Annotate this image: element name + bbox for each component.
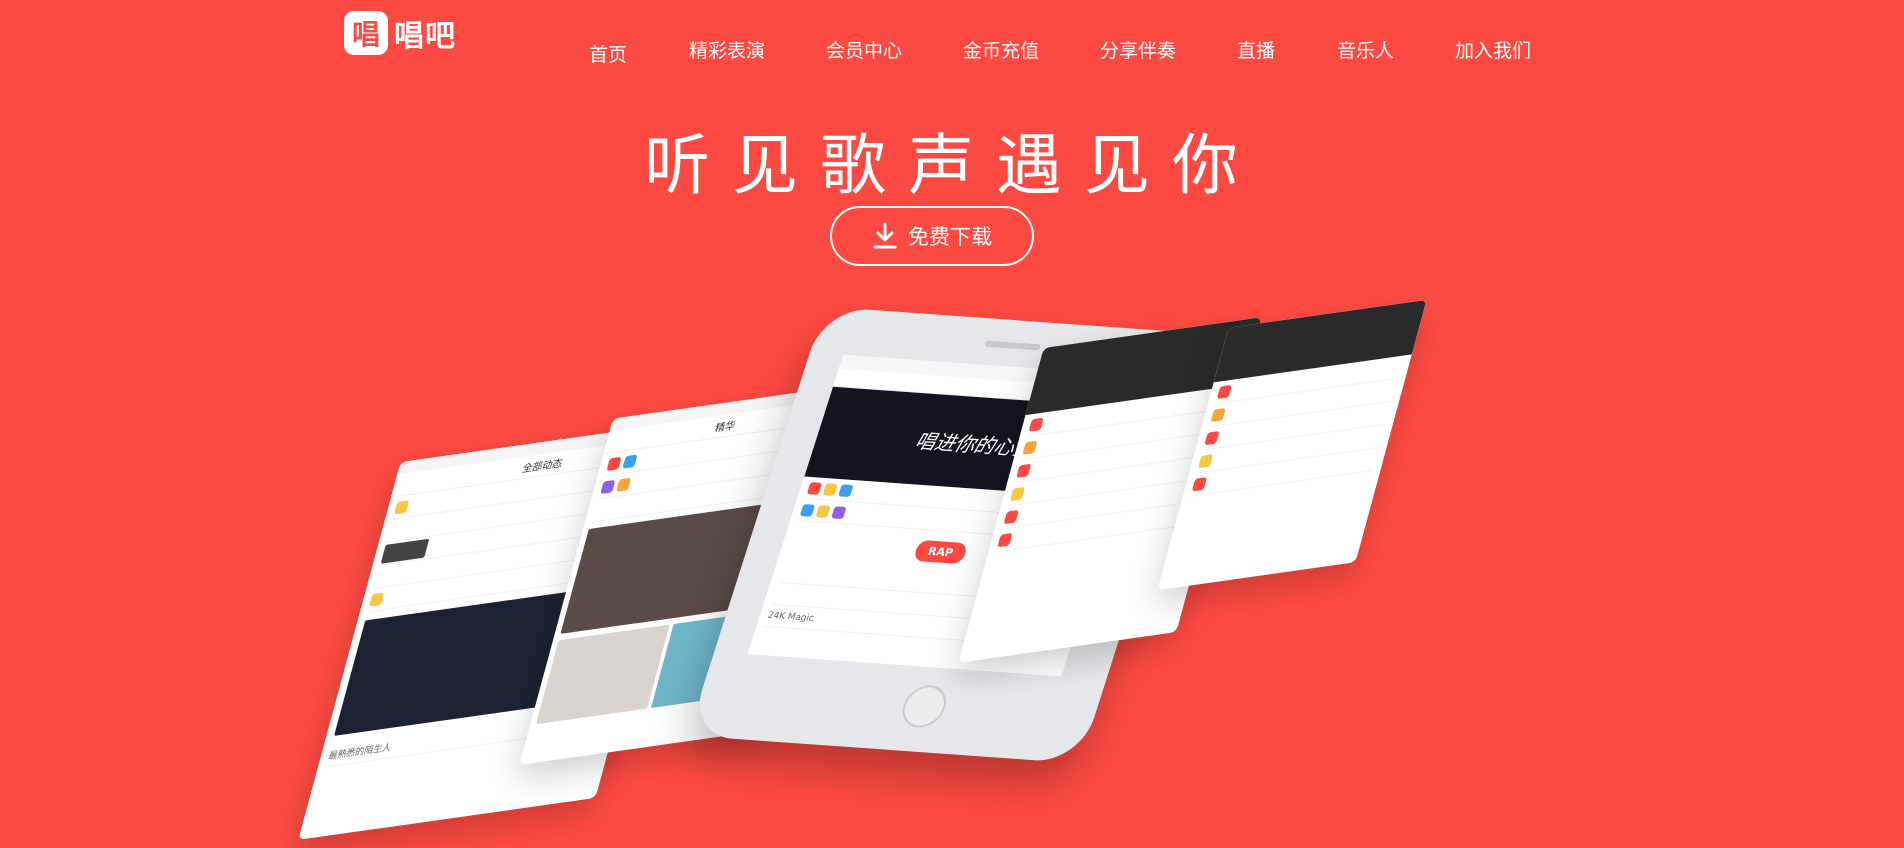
download-button[interactable]: 免费下载	[830, 206, 1034, 266]
nav-item-share-accompaniment[interactable]: 分享伴奏	[1100, 36, 1176, 63]
nav-item-live[interactable]: 直播	[1237, 36, 1275, 63]
app-screens-illustration: 全部动态 最熟悉的陌生人 精华 唱进你的心里 RAP 24K Magic	[0, 299, 1904, 848]
nav-item-join-us[interactable]: 加入我们	[1455, 36, 1531, 63]
nav-item-vip[interactable]: 会员中心	[826, 36, 902, 63]
download-label: 免费下载	[908, 226, 992, 249]
nav-item-performances[interactable]: 精彩表演	[689, 36, 765, 63]
phone-home-button	[897, 684, 952, 729]
nav-item-home[interactable]: 首页	[589, 40, 627, 67]
landing-page: 唱 唱吧 首页 精彩表演 会员中心 金币充值 分享伴奏 直播 音乐人 加入我们 …	[0, 0, 1904, 848]
hero-title: 听见歌声遇见你	[644, 127, 1260, 204]
nav-item-musician[interactable]: 音乐人	[1337, 36, 1394, 63]
rap-badge: RAP	[913, 539, 969, 564]
download-icon	[873, 222, 897, 249]
phone-speaker	[984, 340, 1041, 351]
main-nav: 首页 精彩表演 会员中心 金币充值 分享伴奏 直播 音乐人 加入我们	[0, 36, 1904, 66]
nav-item-recharge[interactable]: 金币充值	[963, 36, 1039, 63]
